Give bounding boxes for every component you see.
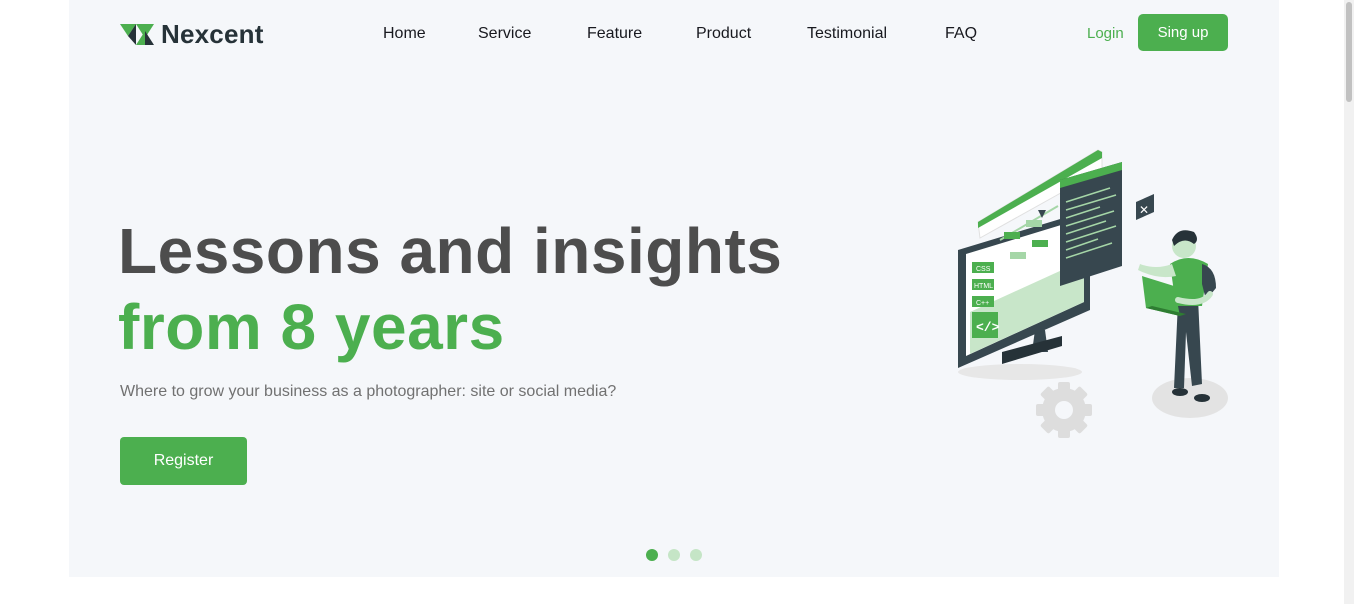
- hero-headline-line1: Lessons and insights: [118, 215, 783, 287]
- carousel-dot-3[interactable]: [690, 549, 702, 561]
- carousel-dot-2[interactable]: [668, 549, 680, 561]
- carousel-dots: [646, 549, 702, 561]
- hero-subtitle: Where to grow your business as a photogr…: [120, 383, 617, 400]
- brand-logo[interactable]: Nexcent: [120, 18, 264, 50]
- nav-testimonial[interactable]: Testimonial: [807, 25, 887, 43]
- signup-button[interactable]: Sing up: [1138, 14, 1228, 51]
- carousel-dot-1[interactable]: [646, 549, 658, 561]
- person-figure: [1138, 230, 1216, 402]
- code-tags: CSS HTML C++: [972, 262, 994, 307]
- code-tag-html: HTML: [974, 283, 993, 290]
- nexcent-logo-icon: [120, 24, 154, 45]
- developer-illustration-icon: CSS HTML C++ </> ✕: [958, 149, 1228, 438]
- svg-text:</>: </>: [976, 320, 1000, 335]
- nav-service[interactable]: Service: [478, 25, 531, 43]
- code-tag-css: CSS: [976, 266, 991, 273]
- brand-name: Nexcent: [161, 18, 264, 49]
- nav-home[interactable]: Home: [383, 25, 426, 43]
- page-scrollbar[interactable]: [1344, 0, 1354, 604]
- scrollbar-thumb[interactable]: [1346, 2, 1352, 102]
- gear-icon: [1036, 382, 1092, 438]
- nav-feature[interactable]: Feature: [587, 25, 642, 43]
- nav-faq[interactable]: FAQ: [945, 25, 977, 43]
- nav-product[interactable]: Product: [696, 25, 751, 43]
- code-tag-cpp: C++: [976, 300, 989, 307]
- svg-text:✕: ✕: [1139, 203, 1149, 217]
- hero-headline-line2: from 8 years: [118, 291, 505, 363]
- login-link[interactable]: Login: [1087, 25, 1124, 42]
- register-button[interactable]: Register: [120, 437, 247, 485]
- hero-headline: Lessons and insights from 8 years: [118, 213, 782, 365]
